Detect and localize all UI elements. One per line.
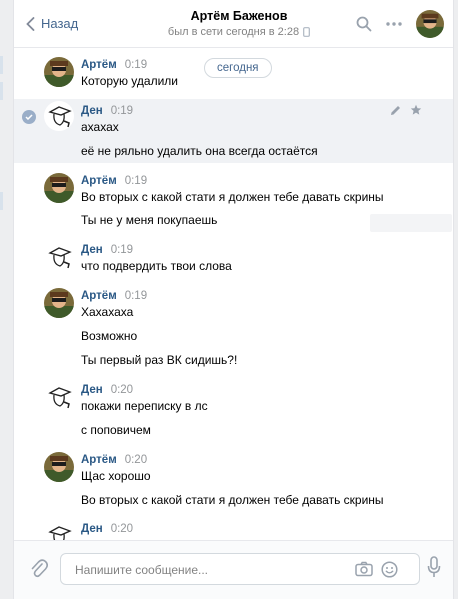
avatar[interactable] xyxy=(44,288,74,318)
checkmark-icon[interactable] xyxy=(22,110,36,124)
chevron-left-icon xyxy=(26,16,35,31)
message-text: Во вторых с какой стати я должен тебе да… xyxy=(81,190,384,204)
message-time[interactable]: 0:19 xyxy=(111,105,133,117)
avatar[interactable] xyxy=(44,173,74,203)
microphone-icon[interactable] xyxy=(427,556,441,578)
message[interactable]: Ден 0:20 xyxy=(14,521,453,540)
message-meta: Артём 0:19 xyxy=(81,290,147,302)
message-author[interactable]: Артём xyxy=(81,59,117,71)
message-text: с поповичем xyxy=(81,423,151,437)
message-time[interactable]: 0:20 xyxy=(111,384,133,396)
message-input[interactable]: Напишите сообщение... xyxy=(60,553,420,585)
message-author[interactable]: Ден xyxy=(81,384,103,396)
left-edge-mark xyxy=(0,192,3,210)
message[interactable]: Артём 0:19 Хахахаха Возможно Ты первый ра… xyxy=(14,288,453,370)
paperclip-icon[interactable] xyxy=(30,558,48,580)
avatar[interactable] xyxy=(44,57,74,87)
star-icon[interactable] xyxy=(410,104,422,116)
chat-name: Артём Баженов xyxy=(190,9,288,23)
message-author[interactable]: Артём xyxy=(81,290,117,302)
tooltip-fragment xyxy=(370,214,452,232)
chat-title[interactable]: Артём Баженов был в сети сегодня в 2:28 xyxy=(154,9,324,38)
message-composer: Напишите сообщение... xyxy=(14,540,453,599)
message-time[interactable]: 0:19 xyxy=(125,290,147,302)
avatar[interactable] xyxy=(44,382,74,412)
message-feed[interactable]: сегодня Артём 0:19 Которую удалили Ден 0:1… xyxy=(14,49,453,540)
message-author[interactable]: Ден xyxy=(81,105,103,117)
message-time[interactable]: 0:20 xyxy=(111,523,133,535)
message-text: что подвердить твои слова xyxy=(81,259,232,273)
message-time[interactable]: 0:19 xyxy=(111,244,133,256)
message-author[interactable]: Артём xyxy=(81,454,117,466)
search-icon[interactable] xyxy=(356,16,372,32)
message-text: Ты не у меня покупаешь xyxy=(81,213,218,227)
message-placeholder: Напишите сообщение... xyxy=(75,563,209,577)
back-button[interactable]: Назад xyxy=(26,16,78,31)
mobile-phone-icon xyxy=(303,27,310,37)
message-text: Во вторых с какой стати я должен тебе да… xyxy=(81,493,384,507)
smile-icon[interactable] xyxy=(381,561,398,578)
message-text: Хахахаха xyxy=(81,305,134,319)
message-text: Щас хорошо xyxy=(81,469,151,483)
message-meta: Ден 0:19 xyxy=(81,105,133,117)
message-time[interactable]: 0:19 xyxy=(125,59,147,71)
message-text: Ты первый раз ВК сидишь?! xyxy=(81,353,238,367)
message-meta: Артём 0:19 xyxy=(81,175,147,187)
message[interactable]: Ден 0:19 что подвердить твои слова xyxy=(14,242,453,274)
message-meta: Ден 0:20 xyxy=(81,384,133,396)
message-text: Которую удалили xyxy=(81,74,178,88)
avatar[interactable] xyxy=(44,242,74,272)
date-separator: сегодня xyxy=(204,58,272,78)
message-meta: Артём 0:19 xyxy=(81,59,147,71)
more-dots-icon[interactable] xyxy=(386,22,402,26)
back-label: Назад xyxy=(41,16,79,31)
message[interactable]: Ден 0:20 покажи переписку в лс с поповиче… xyxy=(14,382,453,438)
avatar[interactable] xyxy=(44,101,74,131)
chat-header: Назад Артём Баженов был в сети сегодня в… xyxy=(14,0,453,48)
message-author[interactable]: Ден xyxy=(81,523,103,535)
pencil-icon[interactable] xyxy=(390,105,401,116)
camera-icon[interactable] xyxy=(355,561,373,577)
left-edge-mark xyxy=(0,82,3,100)
message-text: её не ряльно удалить она всегда остаётся xyxy=(81,144,318,158)
message-text: Возможно xyxy=(81,329,138,343)
message-text: ахахах xyxy=(81,120,119,134)
message-time[interactable]: 0:20 xyxy=(125,454,147,466)
chat-window: Назад Артём Баженов был в сети сегодня в… xyxy=(13,0,454,599)
message[interactable]: Ден 0:19 ахахах её не ряльно удалить она … xyxy=(14,99,453,163)
message-meta: Ден 0:20 xyxy=(81,523,133,535)
left-edge-mark xyxy=(0,56,3,74)
online-status: был в сети сегодня в 2:28 xyxy=(167,26,300,38)
message-author[interactable]: Ден xyxy=(81,244,103,256)
chat-status: был в сети сегодня в 2:28 xyxy=(154,26,324,38)
message-time[interactable]: 0:19 xyxy=(125,175,147,187)
message-meta: Артём 0:20 xyxy=(81,454,147,466)
avatar[interactable] xyxy=(416,10,444,38)
message-text: покажи переписку в лс xyxy=(81,399,208,413)
message-meta: Ден 0:19 xyxy=(81,244,133,256)
avatar[interactable] xyxy=(44,452,74,482)
avatar[interactable] xyxy=(44,521,74,540)
message-author[interactable]: Артём xyxy=(81,175,117,187)
message[interactable]: Артём 0:20 Щас хорошо Во вторых с какой с… xyxy=(14,452,453,508)
